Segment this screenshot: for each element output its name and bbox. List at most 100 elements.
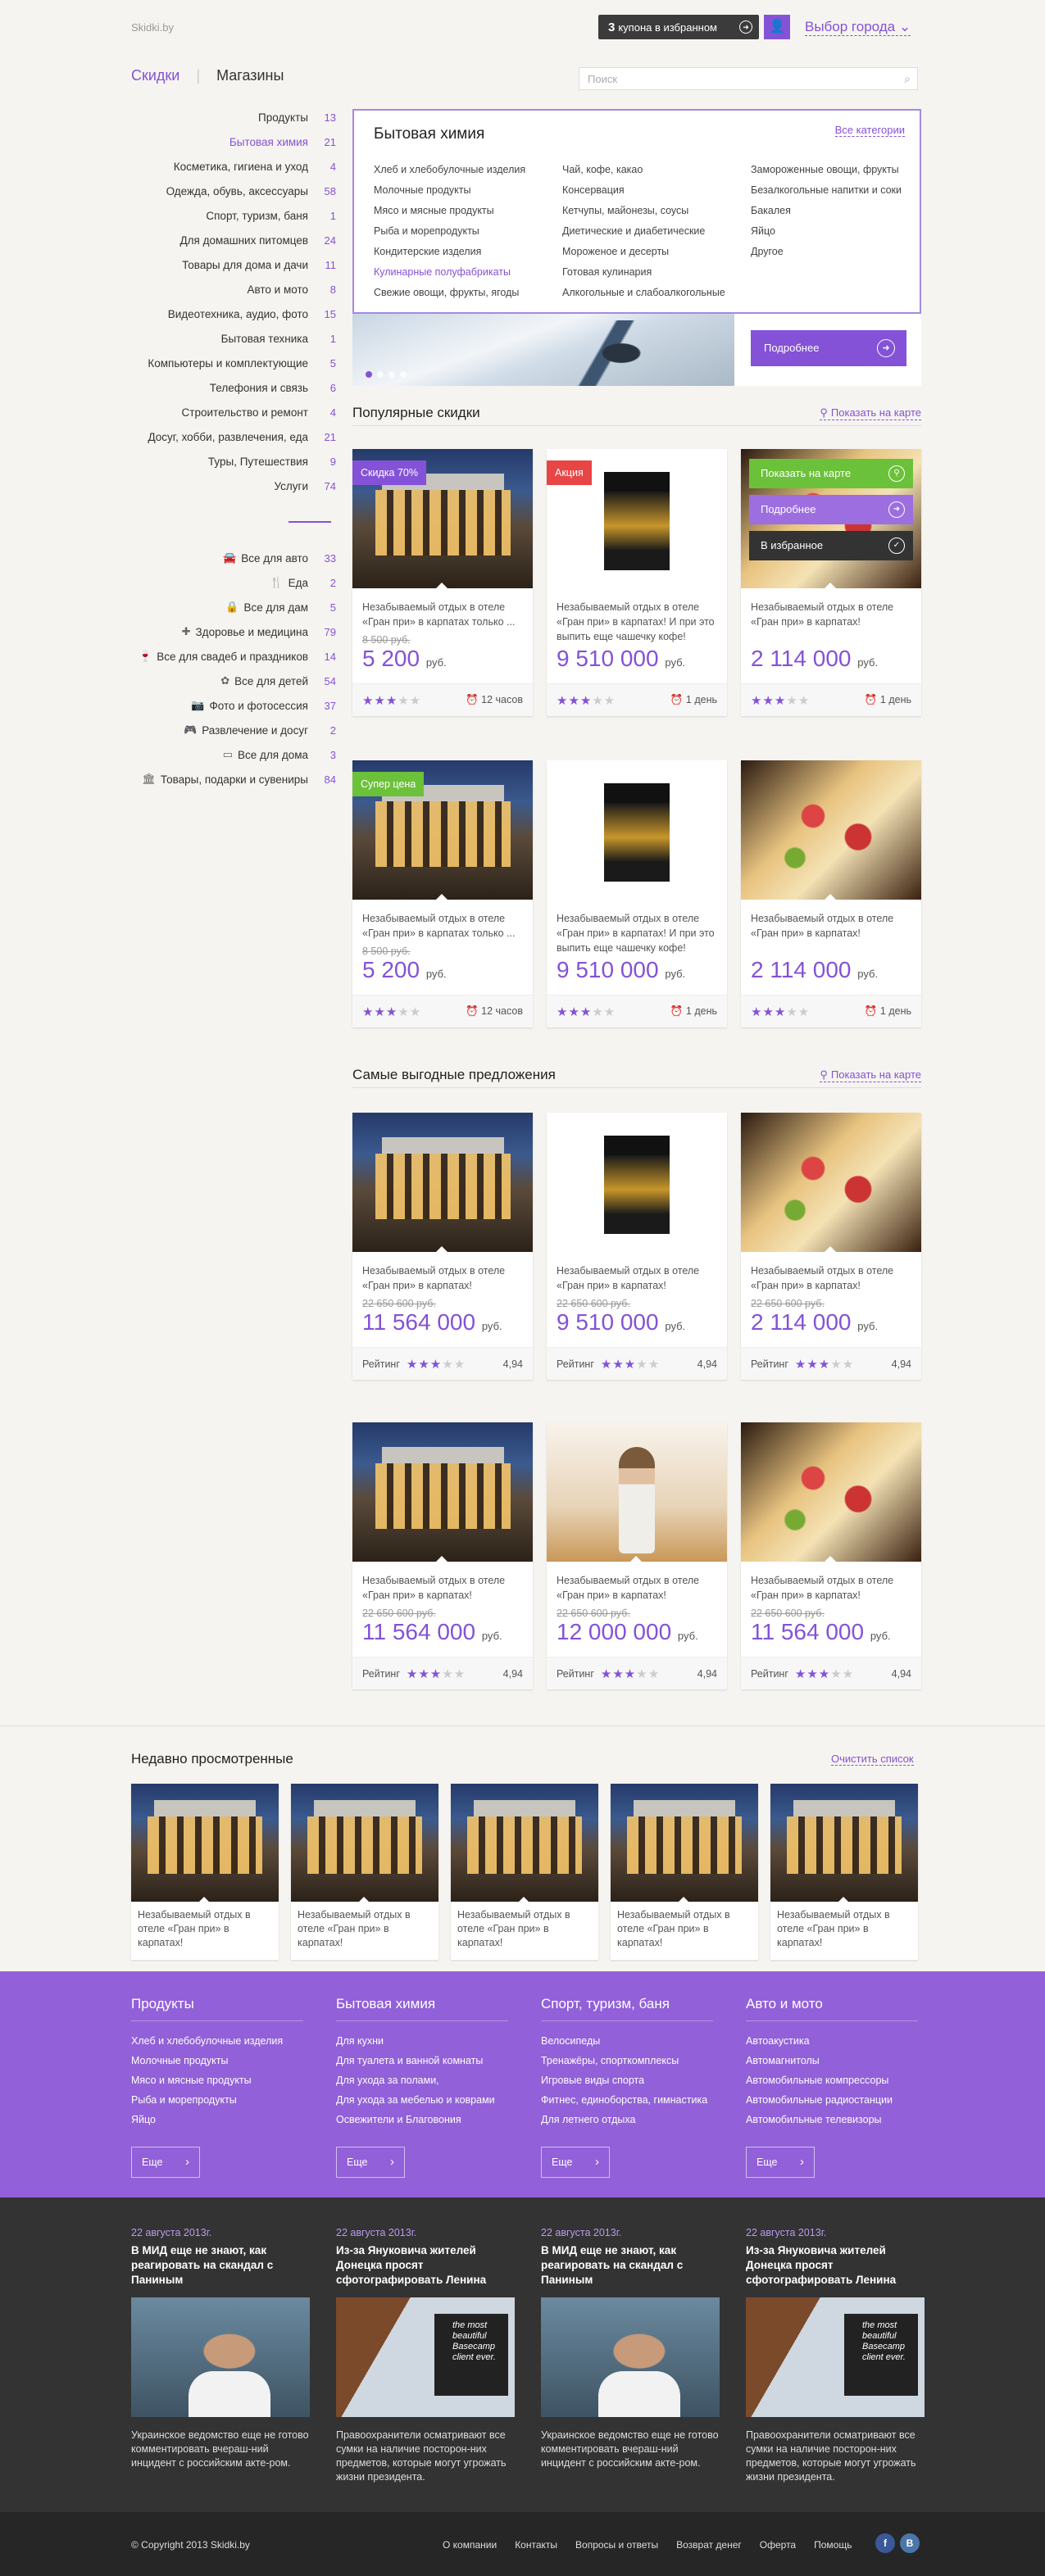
site-logo[interactable]: Skidki.by bbox=[131, 21, 174, 34]
user-icon[interactable]: 👤 bbox=[764, 15, 790, 39]
footer-link[interactable]: Возврат денег bbox=[676, 2539, 742, 2551]
sidebar-item[interactable]: Авто и мото 8 bbox=[131, 277, 337, 302]
footer-category-link[interactable]: Освежители и Благовония bbox=[336, 2110, 508, 2129]
news-title[interactable]: Из-за Януковича жителей Донецка просят с… bbox=[336, 2243, 515, 2288]
sidebar-extra-item[interactable]: 📷 Фото и фотосессия 37 bbox=[131, 693, 336, 718]
more-button[interactable]: Еще bbox=[746, 2147, 815, 2178]
panel-subcategory-link[interactable]: Кулинарные полуфабрикаты bbox=[374, 262, 525, 283]
favorites-coupons-button[interactable]: 3 купона в избранном ➜ bbox=[598, 15, 759, 39]
panel-subcategory-link[interactable]: Алкогольные и слабоалкогольные bbox=[562, 283, 725, 303]
news-item[interactable]: 22 августа 2013г. В МИД еще не знают, как… bbox=[541, 2227, 720, 2470]
footer-category-link[interactable]: Автомобильные телевизоры bbox=[746, 2110, 918, 2129]
tab-discounts[interactable]: Скидки bbox=[131, 67, 179, 84]
deal-card[interactable]: Незабываемый отдых в отеле «Гран при» в … bbox=[547, 1422, 727, 1689]
news-title[interactable]: В МИД еще не знают, как реагировать на с… bbox=[131, 2243, 310, 2288]
deal-card[interactable]: Незабываемый отдых в отеле «Гран при» в … bbox=[547, 760, 727, 1027]
panel-subcategory-link[interactable]: Другое bbox=[751, 242, 902, 262]
news-title[interactable]: Из-за Януковича жителей Донецка просят с… bbox=[746, 2243, 925, 2288]
footer-category-link[interactable]: Хлеб и хлебобулочные изделия bbox=[131, 2031, 303, 2051]
deal-card[interactable]: Акция Незабываемый отдых в отеле «Гран пр… bbox=[547, 449, 727, 716]
deal-card[interactable]: Незабываемый отдых в отеле «Гран при» в … bbox=[547, 1113, 727, 1380]
panel-subcategory-link[interactable]: Молочные продукты bbox=[374, 180, 525, 201]
sidebar-item[interactable]: Телефония и связь 6 bbox=[131, 375, 336, 400]
sidebar-item[interactable]: Компьютеры и комплектующие 5 bbox=[131, 351, 336, 375]
recent-item[interactable]: Незабываемый отдых в отеле «Гран при» в … bbox=[770, 1784, 918, 1960]
footer-category-link[interactable]: Рыба и морепродукты bbox=[131, 2090, 303, 2110]
more-button[interactable]: Еще bbox=[541, 2147, 610, 2178]
deal-image[interactable] bbox=[741, 1422, 921, 1562]
search-icon[interactable]: ⌕ bbox=[904, 72, 911, 86]
details-button[interactable]: Подробнее ➜ bbox=[749, 495, 913, 524]
search-input[interactable]: Поиск ⌕ bbox=[579, 67, 918, 90]
tab-shops[interactable]: Магазины bbox=[216, 67, 284, 84]
footer-category-link[interactable]: Фитнес, единоборства, гимнастика bbox=[541, 2090, 713, 2110]
deal-card[interactable]: Незабываемый отдых в отеле «Гран при» в … bbox=[352, 1113, 533, 1380]
sidebar-item[interactable]: Бытовая химия 21 bbox=[131, 129, 336, 154]
footer-category-link[interactable]: Для летнего отдыха bbox=[541, 2110, 713, 2129]
city-select[interactable]: Выбор города ⌄ bbox=[805, 19, 911, 36]
footer-category-title[interactable]: Бытовая химия bbox=[336, 1996, 508, 2021]
deal-image[interactable] bbox=[352, 1113, 533, 1252]
panel-subcategory-link[interactable]: Готовая кулинария bbox=[562, 262, 725, 283]
banner-more-button[interactable]: Подробнее ➜ bbox=[751, 330, 906, 366]
facebook-icon[interactable]: f bbox=[875, 2533, 895, 2553]
recent-item[interactable]: Незабываемый отдых в отеле «Гран при» в … bbox=[291, 1784, 438, 1960]
footer-link[interactable]: Помощь bbox=[814, 2539, 852, 2551]
footer-category-link[interactable]: Автомобильные компрессоры bbox=[746, 2070, 918, 2090]
footer-category-link[interactable]: Для ухода за мебелью и коврами bbox=[336, 2090, 508, 2110]
sidebar-extra-item[interactable]: ✿ Все для детей 54 bbox=[131, 669, 336, 693]
panel-subcategory-link[interactable]: Кондитерские изделия bbox=[374, 242, 525, 262]
panel-subcategory-link[interactable]: Замороженные овощи, фрукты bbox=[751, 160, 902, 180]
deal-card[interactable]: Незабываемый отдых в отеле «Гран при» в … bbox=[352, 1422, 533, 1689]
deal-card[interactable]: Супер цена Незабываемый отдых в отеле «Гр… bbox=[352, 760, 533, 1027]
sidebar-item[interactable]: Туры, Путешествия 9 bbox=[131, 449, 336, 474]
deal-image[interactable]: Скидка 70% bbox=[352, 449, 533, 588]
footer-category-link[interactable]: Для ухода за полами, bbox=[336, 2070, 508, 2090]
news-item[interactable]: 22 августа 2013г. Из-за Януковича жителей… bbox=[336, 2227, 515, 2484]
deal-card[interactable]: Незабываемый отдых в отеле «Гран при» в … bbox=[741, 1113, 921, 1380]
sidebar-item[interactable]: Услуги 74 bbox=[131, 474, 336, 498]
sidebar-item[interactable]: Видеотехника, аудио, фото 15 bbox=[131, 302, 336, 326]
panel-subcategory-link[interactable]: Диетические и диабетические bbox=[562, 221, 725, 242]
news-image[interactable]: the most beautiful Basecamp client ever. bbox=[746, 2297, 925, 2417]
clear-list-link[interactable]: Очистить список bbox=[831, 1753, 914, 1766]
sidebar-item[interactable]: Косметика, гигиена и уход 4 bbox=[131, 154, 336, 179]
dot[interactable] bbox=[377, 371, 384, 378]
dot[interactable] bbox=[366, 371, 372, 378]
panel-subcategory-link[interactable]: Безалкогольные напитки и соки bbox=[751, 180, 902, 201]
panel-subcategory-link[interactable]: Мясо и мясные продукты bbox=[374, 201, 525, 221]
news-image[interactable] bbox=[131, 2297, 310, 2417]
panel-subcategory-link[interactable]: Свежие овощи, фрукты, ягоды bbox=[374, 283, 525, 303]
panel-subcategory-link[interactable]: Консервация bbox=[562, 180, 725, 201]
footer-category-link[interactable]: Мясо и мясные продукты bbox=[131, 2070, 303, 2090]
more-button[interactable]: Еще bbox=[131, 2147, 200, 2178]
footer-link[interactable]: Оферта bbox=[760, 2539, 796, 2551]
footer-category-link[interactable]: Для туалета и ванной комнаты bbox=[336, 2051, 508, 2070]
panel-subcategory-link[interactable]: Яйцо bbox=[751, 221, 902, 242]
panel-subcategory-link[interactable]: Бакалея bbox=[751, 201, 902, 221]
sidebar-extra-item[interactable]: ✚ Здоровье и медицина 79 bbox=[131, 619, 336, 644]
sidebar-extra-item[interactable]: 🎮 Развлечение и досуг 2 bbox=[131, 718, 336, 742]
sidebar-item[interactable]: Товары для дома и дачи 11 bbox=[131, 252, 336, 277]
footer-category-link[interactable]: Автомагнитолы bbox=[746, 2051, 918, 2070]
footer-category-link[interactable]: Для кухни bbox=[336, 2031, 508, 2051]
show-on-map-link[interactable]: ⚲ Показать на карте bbox=[820, 1068, 921, 1082]
panel-subcategory-link[interactable]: Кетчупы, майонезы, соусы bbox=[562, 201, 725, 221]
sidebar-extra-item[interactable]: 🏛 Товары, подарки и сувениры 84 bbox=[131, 767, 336, 791]
banner-image[interactable] bbox=[352, 314, 734, 386]
dot[interactable] bbox=[388, 371, 395, 378]
deal-image[interactable] bbox=[352, 1422, 533, 1562]
deal-card[interactable]: Незабываемый отдых в отеле «Гран при» в … bbox=[741, 760, 921, 1027]
recent-item[interactable]: Незабываемый отдых в отеле «Гран при» в … bbox=[451, 1784, 598, 1960]
recent-item[interactable]: Незабываемый отдых в отеле «Гран при» в … bbox=[131, 1784, 279, 1960]
sidebar-item[interactable]: Для домашних питомцев 24 bbox=[131, 228, 336, 252]
footer-category-link[interactable]: Молочные продукты bbox=[131, 2051, 303, 2070]
deal-card[interactable]: Незабываемый отдых в отеле «Гран при» в … bbox=[741, 1422, 921, 1689]
footer-category-link[interactable]: Яйцо bbox=[131, 2110, 303, 2129]
news-item[interactable]: 22 августа 2013г. Из-за Януковича жителей… bbox=[746, 2227, 925, 2484]
news-image[interactable]: the most beautiful Basecamp client ever. bbox=[336, 2297, 515, 2417]
footer-link[interactable]: Контакты bbox=[515, 2539, 557, 2551]
deal-image[interactable]: Супер цена bbox=[352, 760, 533, 900]
deal-image[interactable] bbox=[547, 760, 727, 900]
panel-subcategory-link[interactable]: Мороженое и десерты bbox=[562, 242, 725, 262]
